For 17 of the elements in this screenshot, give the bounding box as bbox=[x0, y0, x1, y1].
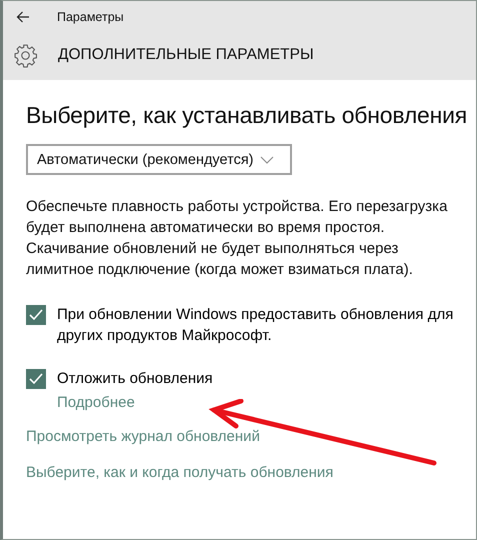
settings-icon bbox=[13, 42, 38, 68]
check-icon bbox=[29, 373, 43, 385]
more-link[interactable]: Подробнее bbox=[57, 392, 135, 413]
window-title: Параметры bbox=[57, 10, 124, 24]
check-icon bbox=[29, 309, 43, 321]
checkbox-label: Отложить обновления bbox=[57, 369, 213, 389]
update-mode-dropdown[interactable]: Автоматически (рекомендуется) bbox=[26, 144, 292, 175]
settings-link[interactable]: Выберите, как и когда получать обновления bbox=[26, 464, 334, 481]
checkbox-label: При обновлении Windows предоставить обновления для других продуктов Майкрософт. bbox=[57, 305, 454, 346]
checkbox[interactable] bbox=[26, 369, 46, 389]
chevron-down-icon bbox=[260, 156, 274, 164]
checkbox[interactable] bbox=[26, 305, 46, 325]
page-title: ДОПОЛНИТЕЛЬНЫЕ ПАРАМЕТРЫ bbox=[58, 46, 314, 64]
description-text: Обеспечьте плавность работы устройства. Его перезагрузка будет выполнена автоматически во время простоя. Скачивание обновлений не будет выполняться через лимитное подключение (когда может взиматься плата). bbox=[26, 197, 448, 280]
settings-link[interactable]: Просмотреть журнал обновлений bbox=[26, 428, 260, 445]
section-heading: Выберите, как устанавливать обновления bbox=[26, 102, 468, 129]
back-icon[interactable] bbox=[16, 11, 30, 23]
